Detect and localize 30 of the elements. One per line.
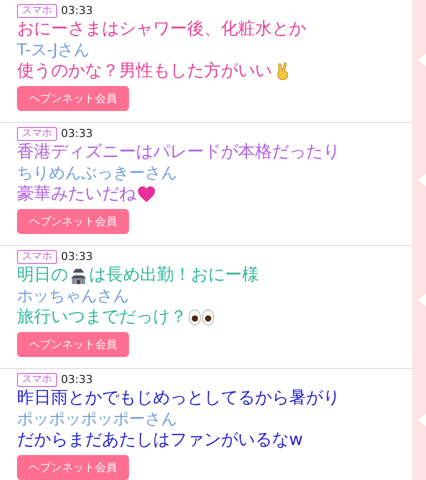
member-badge: ヘブンネット会員 bbox=[17, 332, 129, 357]
caption-line: 明日の は長め出勤！おにー様 bbox=[17, 264, 260, 286]
caption-line: だからまだあたしはファンがいるなw bbox=[17, 429, 304, 451]
device-tag: スマホ bbox=[17, 4, 57, 18]
device-tag: スマホ bbox=[17, 250, 57, 264]
caption-line: おにーさまはシャワー後、化粧水とか bbox=[17, 18, 307, 40]
user-name[interactable]: ちりめんぶっきーさん bbox=[17, 163, 177, 183]
user-name[interactable]: ホッちゃんさん bbox=[17, 286, 129, 306]
caption-line: 昨日雨とかでもじめっとしてるから暑がり bbox=[17, 387, 341, 409]
arrow-tab-icon bbox=[418, 413, 426, 427]
caption-line: 使うのかな？男性もした方がいい bbox=[17, 60, 412, 82]
device-tag: スマホ bbox=[17, 372, 57, 386]
heart-icon bbox=[137, 184, 156, 204]
user-name[interactable]: T-ス-Jさん bbox=[17, 40, 90, 60]
post-time: 03:33 bbox=[61, 250, 93, 263]
member-badge: ヘブンネット会員 bbox=[17, 455, 129, 480]
arrow-tab-icon bbox=[418, 173, 426, 187]
post-time: 03:33 bbox=[61, 373, 93, 386]
eyes-icon bbox=[188, 308, 215, 326]
caption-line: 旅行いつまでだっけ？ bbox=[17, 306, 412, 328]
user-name[interactable]: ポッポッポッポーさん bbox=[17, 409, 177, 429]
caption-line: 豪華みたいだね bbox=[17, 183, 412, 205]
arrow-tab-icon bbox=[418, 293, 426, 307]
device-tag: スマホ bbox=[17, 126, 57, 140]
caption-line: 香港ディズニーはパレードが本格だったり bbox=[17, 141, 341, 163]
member-badge: ヘブンネット会員 bbox=[17, 86, 129, 111]
member-badge: ヘブンネット会員 bbox=[17, 209, 129, 234]
arrow-tab-icon bbox=[418, 53, 426, 67]
post-time: 03:33 bbox=[61, 4, 93, 17]
post-time: 03:33 bbox=[61, 127, 93, 140]
